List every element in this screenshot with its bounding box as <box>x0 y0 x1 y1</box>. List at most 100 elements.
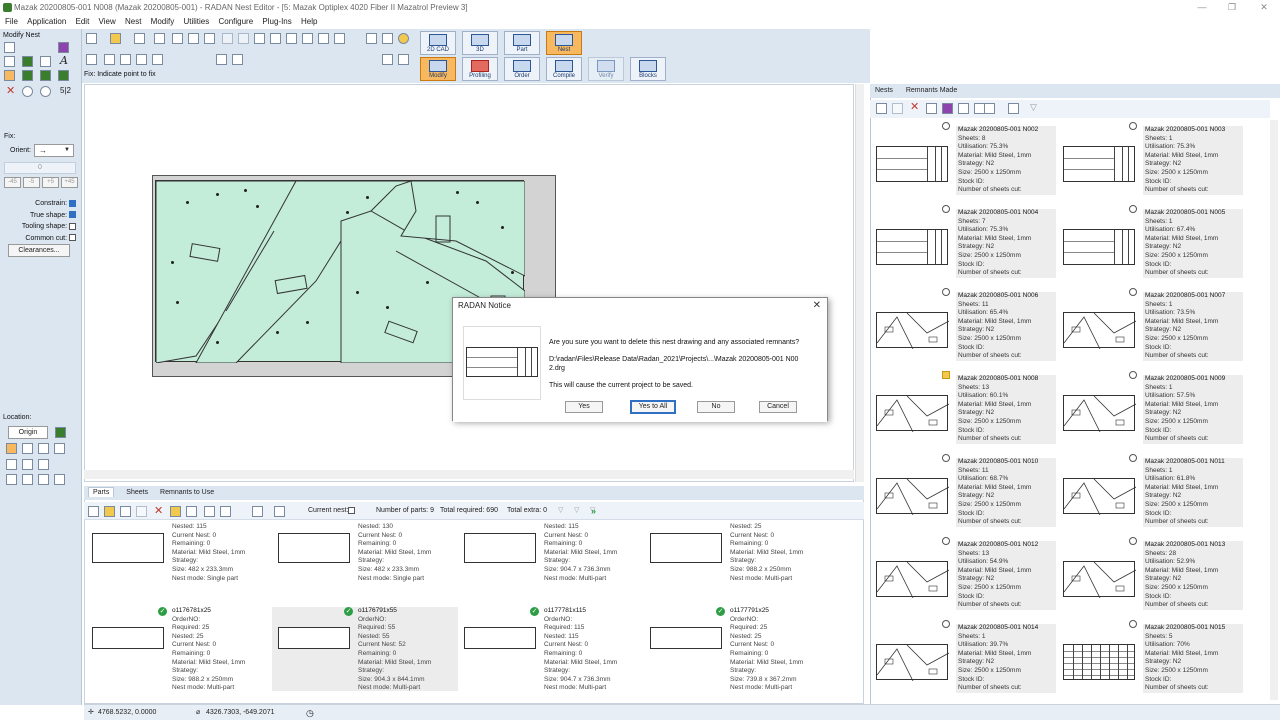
angle-snap-icon[interactable] <box>6 474 17 485</box>
delete-nest-icon[interactable]: ✕ <box>910 100 919 113</box>
angle-minus-45-button[interactable]: -45 <box>4 177 21 188</box>
redo-icon[interactable] <box>238 33 249 44</box>
nest-refresh-icon[interactable] <box>958 103 969 114</box>
clearances-button[interactable]: Clearances... <box>8 244 70 257</box>
save-icon[interactable] <box>134 33 145 44</box>
nest-filter-icon[interactable]: ▽ <box>1030 102 1037 113</box>
corner-snap-icon[interactable] <box>6 443 17 454</box>
tooling-shape-row[interactable]: Tooling shape: <box>4 221 76 233</box>
yes-to-all-button[interactable]: Yes to All <box>630 400 676 414</box>
new-file-icon[interactable] <box>86 33 97 44</box>
grid-view-icon[interactable] <box>204 506 215 517</box>
open-part-icon[interactable] <box>104 506 115 517</box>
3d-button[interactable]: 3D <box>462 31 498 55</box>
align-left-icon[interactable] <box>38 443 49 454</box>
nest-item[interactable]: Mazak 20200805-001 N004 Sheets: 7 Utilisat… <box>870 205 1056 283</box>
menu-edit[interactable]: Edit <box>76 15 90 29</box>
first-icon[interactable] <box>104 54 115 65</box>
mirror-icon[interactable] <box>40 56 51 67</box>
nest-details-icon[interactable] <box>1008 103 1019 114</box>
print-icon[interactable] <box>154 33 165 44</box>
dialog-close-icon[interactable]: ✕ <box>813 300 821 311</box>
part-card[interactable]: ✓ o1177791x25 OrderNO: Required: 25 Nested: … <box>644 607 830 691</box>
angle-plus-5-button[interactable]: +5 <box>42 177 59 188</box>
new-nest-icon[interactable] <box>876 103 887 114</box>
tab-remnants-to-use[interactable]: Remnants to Use <box>160 489 214 496</box>
angle-snap-3-icon[interactable] <box>38 474 49 485</box>
order-mode-button[interactable]: Order <box>504 57 540 81</box>
part-card[interactable]: Nested: 25 Current Nest: 0 Remaining: 0 Mat… <box>644 523 830 607</box>
undo-icon[interactable] <box>222 33 233 44</box>
nest-item[interactable]: Mazak 20200805-001 N008 Sheets: 13 Utilisa… <box>870 371 1056 449</box>
delete-part-icon[interactable]: ✕ <box>154 502 163 520</box>
layout-icon[interactable] <box>232 54 243 65</box>
cancel-button[interactable]: Cancel <box>759 401 797 413</box>
menu-plugins[interactable]: Plug-Ins <box>262 15 291 29</box>
menu-help[interactable]: Help <box>301 15 317 29</box>
nest-item[interactable]: Mazak 20200805-001 N013 Sheets: 28 Utilisa… <box>1057 537 1243 615</box>
rotate-icon[interactable] <box>4 56 15 67</box>
tab-sheets[interactable]: Sheets <box>126 489 148 496</box>
nest-view-icon[interactable] <box>984 103 995 114</box>
next-icon[interactable] <box>136 54 147 65</box>
nest-item[interactable]: Mazak 20200805-001 N006 Sheets: 11 Utilisa… <box>870 288 1056 366</box>
yes-button[interactable]: Yes <box>565 401 603 413</box>
angle-minus-5-button[interactable]: -5 <box>23 177 40 188</box>
nest-item[interactable]: Mazak 20200805-001 N003 Sheets: 1 Utilisat… <box>1057 122 1243 200</box>
common-cut-row[interactable]: Common cut: <box>4 233 76 245</box>
flag-icon[interactable] <box>58 42 69 53</box>
print-preview-icon[interactable] <box>382 33 393 44</box>
menu-utilities[interactable]: Utilities <box>183 15 209 29</box>
details-view-icon[interactable] <box>274 506 285 517</box>
folder-icon[interactable] <box>170 506 181 517</box>
constrain-row[interactable]: Constrain: <box>4 198 76 210</box>
maximize-icon[interactable]: ❐ <box>1218 0 1246 15</box>
nest-item[interactable]: Mazak 20200805-001 N012 Sheets: 13 Utilisa… <box>870 537 1056 615</box>
open-nest-icon[interactable] <box>892 103 903 114</box>
fraction-icon[interactable]: 5|2 <box>60 86 71 95</box>
part-card[interactable]: Nested: 115 Current Nest: 0 Remaining: 0 Ma… <box>86 523 272 607</box>
no-button[interactable]: No <box>697 401 735 413</box>
crosshair-icon[interactable] <box>55 427 66 438</box>
canvas-horizontal-scrollbar[interactable] <box>84 470 854 479</box>
delete-icon[interactable]: ✕ <box>6 84 15 97</box>
nest-item[interactable]: Mazak 20200805-001 N011 Sheets: 1 Utilisat… <box>1057 454 1243 532</box>
menu-nest[interactable]: Nest <box>125 15 141 29</box>
select-icon[interactable] <box>4 42 15 53</box>
window-tile-icon[interactable] <box>382 54 393 65</box>
array-icon[interactable] <box>22 70 33 81</box>
angle-snap-4-icon[interactable] <box>54 474 65 485</box>
common-cut-checkbox[interactable] <box>69 234 76 242</box>
export-nest-icon[interactable] <box>926 103 937 114</box>
copy-part-icon[interactable] <box>136 506 147 517</box>
canvas-vertical-scrollbar[interactable] <box>855 84 864 482</box>
filter-clear-icon[interactable]: ▽ <box>574 502 579 520</box>
menu-application[interactable]: Application <box>27 15 66 29</box>
orient-select[interactable]: → ▼ <box>34 144 74 157</box>
nests-scrollbar[interactable] <box>1270 120 1278 700</box>
menu-file[interactable]: File <box>5 15 18 29</box>
tab-parts[interactable]: Parts <box>88 487 115 497</box>
filter-icon[interactable]: ▽ <box>558 502 563 520</box>
part-card[interactable]: ✓ o1177781x115 OrderNO: Required: 115 Nested… <box>458 607 644 691</box>
window-cascade-icon[interactable] <box>398 54 409 65</box>
menu-modify[interactable]: Modify <box>151 15 175 29</box>
blocks-mode-button[interactable]: Blocks <box>630 57 666 81</box>
help-icon[interactable] <box>398 33 409 44</box>
part-card[interactable]: ✓ o1176791x55 OrderNO: Required: 55 Nested: … <box>272 607 458 691</box>
import-icon[interactable] <box>186 506 197 517</box>
2d-cad-button[interactable]: 2D CAD <box>420 31 456 55</box>
add-part-icon[interactable] <box>88 506 99 517</box>
minimize-icon[interactable]: — <box>1188 0 1216 15</box>
profiling-mode-button[interactable]: Profiling <box>462 57 498 81</box>
expand-icon[interactable]: » <box>591 502 596 520</box>
modify-mode-button[interactable]: Modify <box>420 57 456 81</box>
nest-item[interactable]: Mazak 20200805-001 N015 Sheets: 5 Utilisat… <box>1057 620 1243 698</box>
true-shape-row[interactable]: True shape: <box>4 210 76 222</box>
view-icon[interactable] <box>86 54 97 65</box>
tools-icon[interactable] <box>366 33 377 44</box>
part-card[interactable]: Nested: 130 Current Nest: 0 Remaining: 0 Ma… <box>272 523 458 607</box>
pen-icon[interactable] <box>172 33 183 44</box>
list-view-icon[interactable] <box>252 506 263 517</box>
nest-button[interactable]: Nest <box>546 31 582 55</box>
